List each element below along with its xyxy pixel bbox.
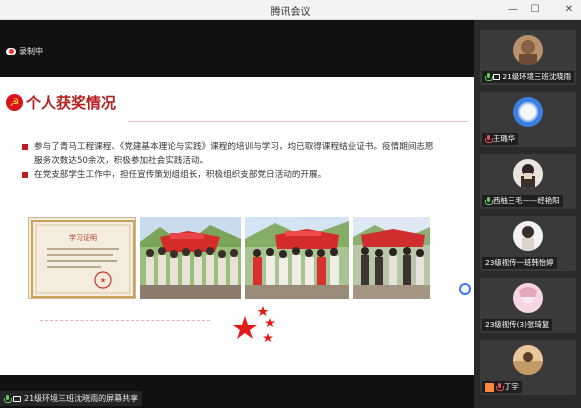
bullet-text: 在党支部学生工作中，担任宣传策划组组长，积极组织支部党日活动的开展。 [34,170,327,180]
certificate-image: 学习证明 ★ [28,217,136,299]
bullet-text: 参与了青马工程课程、《党建基本理论与实践》课程的培训与学习，均已取得课程结业证书… [34,142,434,166]
avatar [513,345,543,375]
participant-name: 23级视传(3)张琦复 [485,320,550,329]
title-divider [128,121,468,122]
participant-label: 西柚三毛——经艳阳 [482,195,563,207]
shared-screen-area: 录制中 ☭ 个人获奖情况 参与了青马工程课程、《党建基本理论与实践》课程的培训与… [0,20,474,408]
presentation-slide: ☭ 个人获奖情况 参与了青马工程课程、《党建基本理论与实践》课程的培训与学习，均… [0,77,474,375]
participant-label: 丁宇 [482,381,522,393]
bullet-item: 参与了青马工程课程、《党建基本理论与实践》课程的培训与学习，均已取得课程结业证书… [22,140,442,168]
screen-share-indicator: 21级环境三班沈晓雨的屏幕共享 [0,391,143,406]
bullet-square-icon [22,144,28,150]
cloud-record-icon [6,47,16,55]
svg-text:★: ★ [100,277,106,285]
slide-header: ☭ 个人获奖情况 [6,92,116,113]
window-title: 腾讯会议 [270,7,311,18]
recording-indicator: 录制中 [6,44,43,58]
mic-on-icon [485,73,493,81]
participant-tile[interactable]: 西柚三毛——经艳阳 [480,154,576,209]
participant-name: 丁宇 [504,382,519,391]
decorative-dash-line [40,320,210,321]
red-stars-icon [233,306,275,342]
window-titlebar: 腾讯会议 — ☐ ✕ [0,0,581,20]
slide-title: 个人获奖情况 [26,94,117,112]
participant-tile[interactable]: 23级视传(3)张琦复 [480,278,576,333]
screen-share-icon [13,395,21,402]
volunteer-photo [140,217,241,299]
participant-name: 王璐华 [493,134,516,143]
floating-toolbar-handle[interactable] [459,283,471,295]
participant-tile[interactable]: 王璐华 [480,92,576,147]
participant-tile[interactable]: 23级视传一班韩怡婷 [480,216,576,271]
bullet-item: 在党支部学生工作中，担任宣传策划组组长，积极组织支部党日活动的开展。 [22,168,442,182]
avatar [513,97,543,127]
minimize-button[interactable]: — [505,2,521,17]
bullet-square-icon [22,172,28,178]
activity-photo [353,217,430,299]
participant-panel: 21级环境三班沈晓雨 王璐华 西柚三毛——经艳阳 23级视传一班韩怡婷 23级视… [474,20,581,408]
maximize-button[interactable]: ☐ [527,2,543,17]
participant-name: 西柚三毛——经艳阳 [493,196,560,205]
participant-label: 王璐华 [482,133,519,145]
photo-gallery: 学习证明 ★ [28,217,430,299]
avatar [513,35,543,65]
mic-on-icon [4,394,12,403]
party-emblem-icon: ☭ [6,94,23,111]
participant-label: 23级视传一班韩怡婷 [482,257,557,269]
participant-tile[interactable]: 丁宇 [480,340,576,395]
avatar [513,283,543,313]
mic-muted-icon [485,135,493,143]
screen-share-icon [492,74,501,80]
close-button[interactable]: ✕ [561,2,577,17]
screen-share-label: 21级环境三班沈晓雨的屏幕共享 [24,394,139,403]
participant-label: 21级环境三班沈晓雨 [482,71,574,83]
participant-tile[interactable]: 21级环境三班沈晓雨 [480,30,576,85]
avatar [513,159,543,189]
mic-muted-icon [496,383,504,391]
event-photo [245,217,349,299]
mic-on-icon [485,197,493,205]
certificate-heading: 学习证明 [69,233,97,242]
person-icon [485,382,494,392]
recording-label: 录制中 [19,46,43,56]
participant-label: 23级视传(3)张琦复 [482,319,553,331]
avatar [513,221,543,251]
participant-name: 21级环境三班沈晓雨 [502,72,571,81]
participant-name: 23级视传一班韩怡婷 [485,258,554,267]
